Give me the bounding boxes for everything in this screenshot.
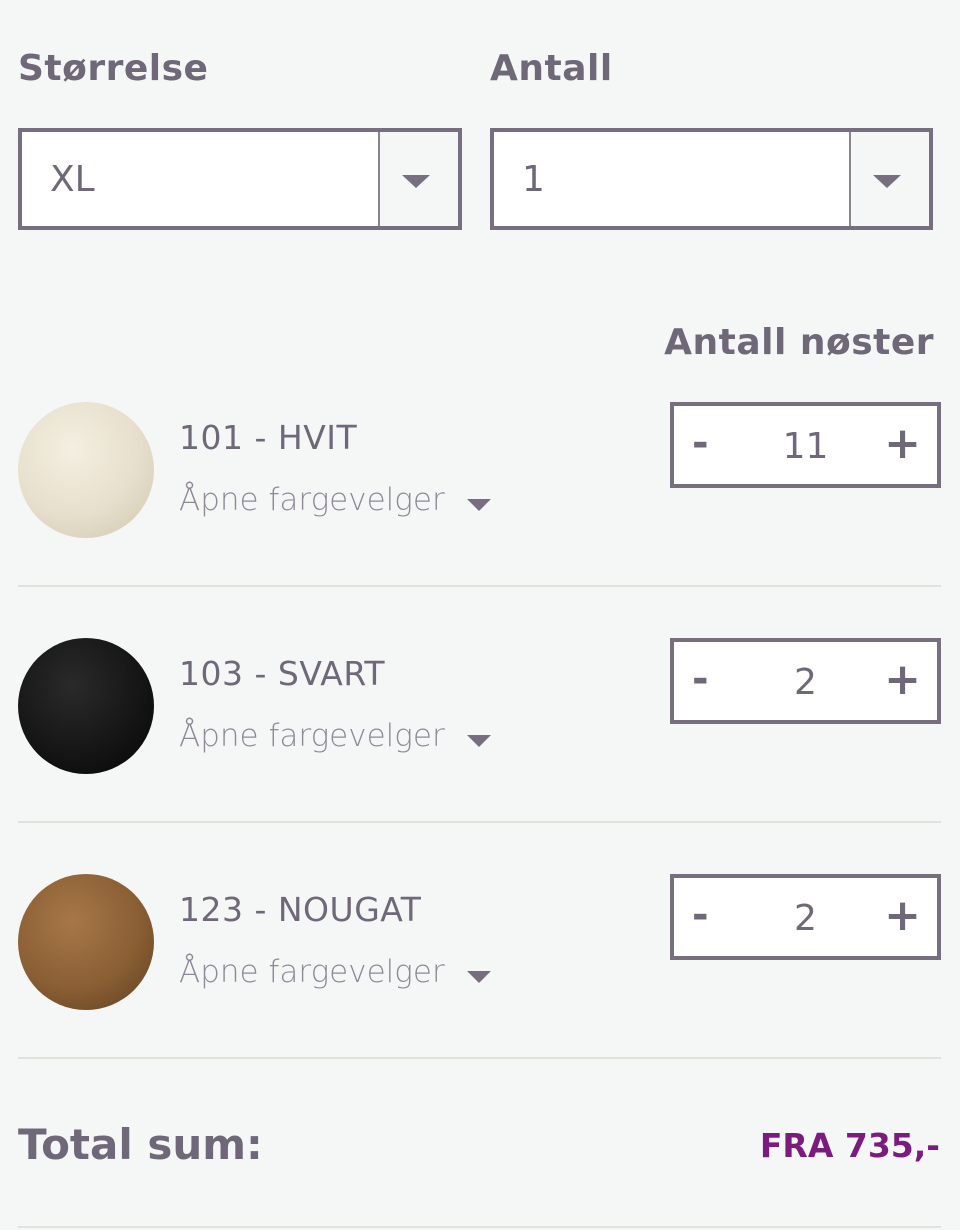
divider bbox=[18, 585, 941, 587]
divider bbox=[18, 821, 941, 823]
skein-stepper[interactable]: - 2 + bbox=[670, 874, 941, 960]
increment-button[interactable]: + bbox=[884, 890, 921, 941]
increment-button[interactable]: + bbox=[884, 418, 921, 469]
increment-button[interactable]: + bbox=[884, 654, 921, 705]
size-select-toggle[interactable] bbox=[378, 132, 458, 226]
yarn-name: 101 - HVIT bbox=[179, 418, 358, 457]
size-select[interactable]: XL bbox=[18, 128, 462, 230]
quantity-select-toggle[interactable] bbox=[849, 132, 929, 226]
yarn-row: 103 - SVART Åpne fargevelger - 2 + bbox=[18, 636, 941, 872]
yarn-name: 103 - SVART bbox=[179, 654, 386, 693]
chevron-down-icon bbox=[467, 499, 491, 511]
total-label: Total sum: bbox=[18, 1120, 263, 1169]
size-label: Størrelse bbox=[18, 48, 209, 89]
color-picker-toggle[interactable]: Åpne fargevelger bbox=[179, 718, 491, 754]
skeins-heading: Antall nøster bbox=[664, 322, 934, 363]
quantity-select[interactable]: 1 bbox=[490, 128, 933, 230]
yarn-swatch bbox=[18, 874, 154, 1010]
size-select-value: XL bbox=[50, 159, 95, 200]
quantity-label: Antall bbox=[490, 48, 613, 89]
color-picker-label: Åpne fargevelger bbox=[179, 482, 445, 518]
yarn-row: 101 - HVIT Åpne fargevelger - 11 + bbox=[18, 400, 941, 636]
color-picker-label: Åpne fargevelger bbox=[179, 954, 445, 990]
chevron-down-icon bbox=[402, 175, 430, 188]
yarn-swatch bbox=[18, 402, 154, 538]
skein-stepper[interactable]: - 2 + bbox=[670, 638, 941, 724]
yarn-swatch bbox=[18, 638, 154, 774]
chevron-down-icon bbox=[873, 175, 901, 188]
divider bbox=[18, 1057, 941, 1059]
color-picker-toggle[interactable]: Åpne fargevelger bbox=[179, 482, 491, 518]
chevron-down-icon bbox=[467, 971, 491, 983]
skein-stepper[interactable]: - 11 + bbox=[670, 402, 941, 488]
quantity-select-value: 1 bbox=[522, 159, 545, 200]
divider bbox=[18, 1226, 941, 1228]
total-value: FRA 735,- bbox=[759, 1126, 940, 1165]
color-picker-toggle[interactable]: Åpne fargevelger bbox=[179, 954, 491, 990]
chevron-down-icon bbox=[467, 735, 491, 747]
color-picker-label: Åpne fargevelger bbox=[179, 718, 445, 754]
yarn-name: 123 - NOUGAT bbox=[179, 890, 422, 929]
yarn-row: 123 - NOUGAT Åpne fargevelger - 2 + bbox=[18, 872, 941, 1108]
